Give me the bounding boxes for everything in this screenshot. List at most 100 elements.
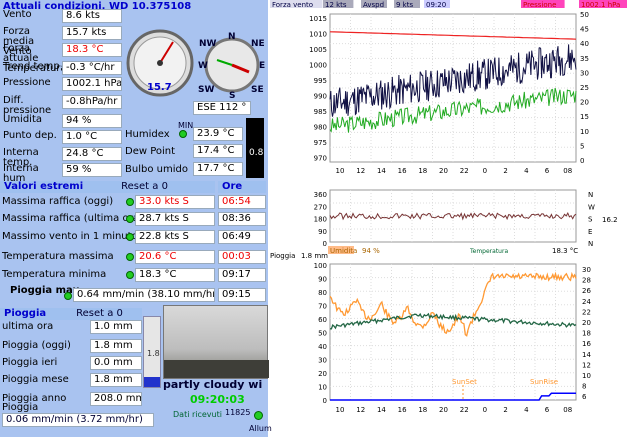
current-label-6: Umidita [3, 114, 43, 125]
graph1-legend-0: Forza vento [272, 1, 313, 9]
compass-sw: SW [198, 85, 214, 95]
rain-bar: 1.8 [143, 316, 161, 388]
compass-n: N [228, 32, 236, 42]
graph1-legend-6: 1002.1 hPa [581, 1, 620, 9]
level-bar-value: 0.8 [249, 148, 264, 158]
graph3-xtick-8: 2 [503, 406, 507, 414]
rain-bar-label: 1.8 [147, 349, 160, 358]
graph1-ytick-1: 1010 [309, 31, 327, 39]
graph3-xtick-11: 08 [563, 406, 572, 414]
graph3-y2tick-6: 18 [582, 330, 591, 338]
graph2-ylabel-4: N [588, 240, 593, 248]
wind-direction: ESE 112 ° [193, 101, 251, 115]
graph1-ytick-9: 970 [314, 155, 327, 163]
graph1-y2tick-4: 30 [580, 69, 589, 77]
graph3-legend-0: Umidita [330, 247, 357, 255]
current-value-0: 8.6 kts [62, 9, 122, 23]
graph1-y2tick-8: 10 [580, 128, 589, 136]
current-value-4: 1002.1 hPa [62, 77, 122, 91]
graph3-xtick-0: 10 [336, 406, 345, 414]
graph1-xtick-1: 12 [356, 167, 365, 175]
extreme-label-2: Massimo vento in 1 minuto [2, 231, 138, 242]
rain-value-0: 1.0 mm [90, 320, 142, 334]
graph3-y2tick-0: 30 [582, 266, 591, 274]
graph1-xtick-5: 20 [439, 167, 448, 175]
current-value-2: 18.3 °C [62, 43, 122, 57]
graph2-ylabel-2: S [588, 216, 593, 224]
current-value-3: -0.3 °C/hr [62, 61, 122, 75]
compass-se: SE [251, 85, 264, 95]
graph3-y2tick-12: 6 [582, 393, 587, 401]
rain-rate-value: 0.06 mm/min (3.72 mm/hr) [2, 413, 154, 427]
graph1-ytick-2: 1005 [309, 46, 327, 54]
graph1-xtick-9: 4 [524, 167, 529, 175]
extreme-value-3: 20.6 °C [135, 250, 215, 264]
graph1-xtick-3: 16 [398, 167, 407, 175]
extreme-value-4: 18.3 °C [135, 268, 215, 282]
extremes-reset[interactable]: Reset a 0 [121, 181, 168, 192]
graph1-legend-1: 12 kts [325, 1, 347, 9]
graph3-y2tick-3: 24 [582, 298, 591, 306]
webcam-image[interactable] [163, 305, 269, 379]
graph1-ytick-6: 985 [314, 108, 327, 116]
graph3-xtick-5: 20 [439, 406, 448, 414]
current-label-4: Pressione [3, 77, 51, 88]
graph1-xtick-10: 6 [545, 167, 550, 175]
graph3-ytick-4: 60 [318, 316, 327, 324]
rain-bar-fill [144, 377, 160, 387]
current-label-0: Vento [3, 9, 32, 20]
current-value-8: 24.8 °C [62, 147, 122, 161]
graph3-legend-3: 18.3 °C [552, 247, 578, 255]
graph1-y2tick-5: 25 [580, 84, 589, 92]
graph1-xtick-8: 2 [503, 167, 507, 175]
graph2-ytick-0: 360 [314, 191, 327, 199]
compass-e: E [259, 61, 265, 71]
current-value-5: -0.8hPa/hr [62, 95, 122, 109]
rain-label-0: ultima ora [2, 321, 54, 332]
graph2-ylabel-1: W [588, 203, 595, 211]
ore-header: Ore [218, 181, 266, 193]
graph1-ytick-8: 975 [314, 139, 327, 147]
current-value-6: 94 % [62, 114, 122, 128]
graph1-ytick-0: 1015 [309, 15, 327, 23]
graph1-xtick-6: 22 [460, 167, 469, 175]
graph3-y2tick-2: 26 [582, 287, 591, 295]
graph3-legend-1: 94 % [362, 247, 380, 255]
graph1-y2tick-10: 0 [580, 157, 584, 165]
graph3-y2tick-9: 12 [582, 361, 591, 369]
graph3-ytick-8: 20 [318, 370, 327, 378]
rx-count: 11825 [225, 408, 251, 417]
graph3-xtick-4: 18 [418, 406, 427, 414]
current-value-1: 15.7 kts [62, 26, 122, 40]
wetbulb-label: Bulbo umido [125, 164, 188, 175]
rain-header: Pioggia Reset a 0 [0, 308, 142, 320]
graph3-xtick-6: 22 [460, 406, 469, 414]
current-value-9: 59 % [62, 163, 122, 177]
graph3-xtick-2: 14 [377, 406, 386, 414]
graph3-y2tick-1: 28 [582, 277, 591, 285]
extreme-label-4: Temperatura minima [2, 269, 107, 280]
graph1-legend-4: 09:20 [426, 1, 446, 9]
rain-max-icon [64, 292, 72, 300]
graph1-xtick-4: 18 [418, 167, 427, 175]
graph3-ytick-5: 50 [318, 330, 327, 338]
graph3-xtick-7: 0 [483, 406, 487, 414]
graph3-ytick-3: 70 [318, 303, 327, 311]
wetbulb-value: 17.7 °C [193, 162, 243, 176]
graph3-xtick-9: 4 [524, 406, 529, 414]
extreme-value-1: 28.7 kts S [135, 212, 215, 226]
graph3-ytick-6: 40 [318, 343, 327, 351]
current-value-7: 1.0 °C [62, 130, 122, 144]
current-label-5: Diff. pressione [3, 95, 52, 116]
current-label-3: Trend temp [3, 61, 60, 72]
graph3-xtick-10: 6 [545, 406, 550, 414]
rain-rate-label: Pioggia [2, 402, 39, 413]
rain-reset[interactable]: Reset a 0 [76, 308, 123, 319]
graph2-ylabel-0: N [588, 191, 593, 199]
rain-label-4: Pioggia anno [2, 393, 67, 404]
extreme-time-3: 00:03 [218, 250, 266, 264]
graph1-legend-3: 9 kts [396, 1, 413, 9]
graph3-y2tick-8: 14 [582, 351, 591, 359]
graph3-rain-label: Pioggia [270, 252, 295, 260]
wind-speed-gauge: 15.7 [126, 29, 194, 97]
